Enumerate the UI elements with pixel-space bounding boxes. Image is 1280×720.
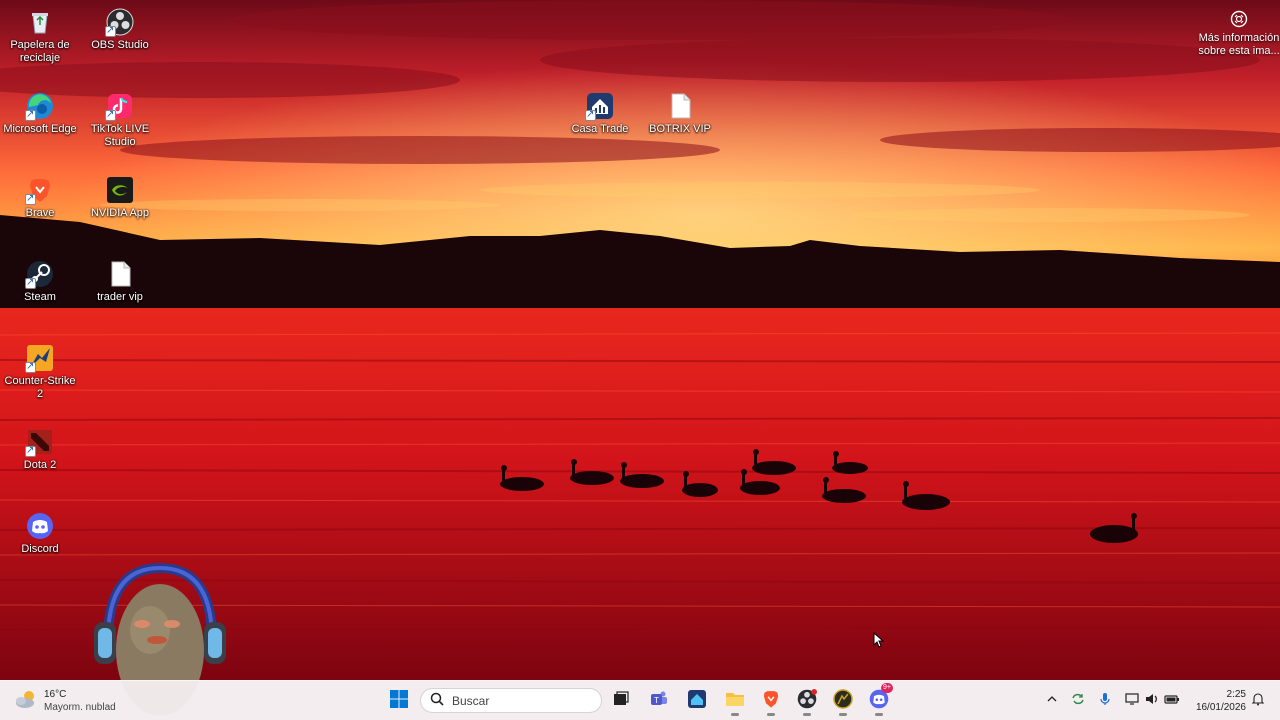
desktop-icon-label: Brave — [25, 207, 55, 219]
cs2-icon — [833, 688, 853, 714]
recycle-bin-icon — [26, 8, 54, 36]
task-view-button[interactable] — [606, 686, 636, 716]
desktop-icon-recycle-bin[interactable]: Papelera de reciclaje — [0, 4, 80, 65]
microphone-tray-button[interactable] — [1095, 691, 1115, 711]
text-file-icon — [106, 260, 134, 288]
weather-temp: 16°C — [44, 689, 67, 700]
desktop-icon-label: Steam — [24, 291, 56, 303]
image-info-button[interactable]: Más información sobre esta ima... — [1198, 6, 1280, 58]
taskbar: 16°C Mayorm. nublad T 9+ 2:25 16/01/2026 — [0, 680, 1280, 720]
desktop-icon-label: NVIDIA App — [90, 207, 150, 219]
image-info-label: Más información sobre esta ima... — [1198, 32, 1280, 57]
microphone-icon — [1098, 692, 1112, 711]
desktop-icon-label: Counter-Strike 2 — [4, 375, 76, 400]
teams-button[interactable]: T — [644, 686, 674, 716]
clock[interactable]: 2:25 16/01/2026 — [1190, 688, 1246, 714]
desktop-icon-obs-studio[interactable]: OBS Studio — [80, 4, 160, 52]
search-box[interactable] — [420, 688, 602, 713]
desktop-icon-nvidia-app[interactable]: NVIDIA App — [80, 172, 160, 220]
speaker-icon — [1145, 692, 1159, 711]
brave-icon — [25, 176, 54, 205]
brave-taskbar-button[interactable] — [756, 686, 786, 716]
desktop-icon-trader-vip[interactable]: trader vip — [80, 256, 160, 304]
search-input[interactable] — [452, 693, 582, 708]
discord-icon — [26, 512, 54, 540]
desktop-icon-label: OBS Studio — [91, 39, 149, 51]
mouse-cursor-icon — [873, 632, 885, 648]
notification-center-button[interactable] — [1248, 691, 1268, 711]
casa-trade-icon — [585, 92, 614, 121]
weather-condition: Mayorm. nublad — [44, 702, 116, 713]
desktop-icon-microsoft-edge[interactable]: Microsoft Edge — [0, 88, 80, 136]
camera-info-icon — [1230, 10, 1248, 28]
notification-bell-icon — [1251, 692, 1265, 711]
show-hidden-icons-button[interactable] — [1042, 691, 1062, 711]
battery-icon — [1164, 692, 1180, 711]
desktop-icon-counter-strike-2[interactable]: Counter-Strike 2 — [0, 340, 80, 401]
volume-tray-button[interactable] — [1142, 691, 1162, 711]
nvidia-icon — [106, 176, 134, 204]
clock-date: 16/01/2026 — [1195, 702, 1246, 713]
cs2-taskbar-button[interactable] — [828, 686, 858, 716]
desktop-icon-botrix-vip[interactable]: BOTRIX VIP — [640, 88, 720, 136]
search-icon — [430, 692, 444, 709]
sync-icon — [1071, 692, 1085, 711]
teams-icon: T — [649, 689, 669, 714]
cs2-icon — [25, 344, 54, 373]
edge-icon — [25, 92, 54, 121]
obs-icon — [105, 8, 134, 37]
chevron-up-icon — [1046, 692, 1058, 710]
sync-tray-button[interactable] — [1068, 691, 1088, 711]
battery-tray-button[interactable] — [1162, 691, 1182, 711]
steam-icon — [25, 260, 54, 289]
desktop-icon-label: Microsoft Edge — [3, 123, 77, 135]
desktop-icon-label: Dota 2 — [23, 459, 57, 471]
text-file-icon — [666, 92, 694, 120]
notification-badge: 9+ — [881, 682, 893, 693]
desktop-icon-label: trader vip — [97, 291, 143, 303]
partly-cloudy-icon — [14, 688, 38, 715]
desktop-icon-label: BOTRIX VIP — [649, 123, 711, 135]
brave-icon — [761, 689, 781, 714]
start-button[interactable] — [384, 686, 414, 716]
casa-trade-taskbar-button[interactable] — [682, 686, 712, 716]
discord-taskbar-button[interactable]: 9+ — [864, 682, 894, 716]
windows-start-icon — [389, 689, 409, 714]
desktop-icon-discord[interactable]: Discord — [0, 508, 80, 556]
svg-text:T: T — [654, 696, 659, 705]
tiktok-live-icon — [105, 92, 134, 121]
desktop-icon-label: TikTok LIVE Studio — [90, 123, 150, 148]
obs-icon — [797, 688, 817, 714]
desktop-icon-tiktok-live-studio[interactable]: TikTok LIVE Studio — [80, 88, 160, 149]
desktop-icon-label: Casa Trade — [571, 123, 629, 135]
dota2-icon — [25, 428, 54, 457]
casa-trade-icon — [687, 689, 707, 714]
folder-icon — [725, 690, 745, 713]
desktop-icon-steam[interactable]: Steam — [0, 256, 80, 304]
weather-widget[interactable]: 16°C Mayorm. nublad — [14, 687, 116, 715]
desktop-icon-brave[interactable]: Brave — [0, 172, 80, 220]
desktop-icon-label: Discord — [21, 543, 59, 555]
desktop-icon-dota-2[interactable]: Dota 2 — [0, 424, 80, 472]
desktop-icon-casa-trade[interactable]: Casa Trade — [560, 88, 640, 136]
obs-taskbar-button[interactable] — [792, 686, 822, 716]
network-tray-button[interactable] — [1122, 691, 1142, 711]
clock-time: 2:25 — [1226, 689, 1246, 700]
file-explorer-button[interactable] — [720, 686, 750, 716]
discord-icon: 9+ — [869, 682, 893, 714]
desktop-icon-label: Papelera de reciclaje — [10, 39, 70, 64]
display-icon — [1125, 692, 1139, 711]
task-view-icon — [612, 690, 630, 713]
